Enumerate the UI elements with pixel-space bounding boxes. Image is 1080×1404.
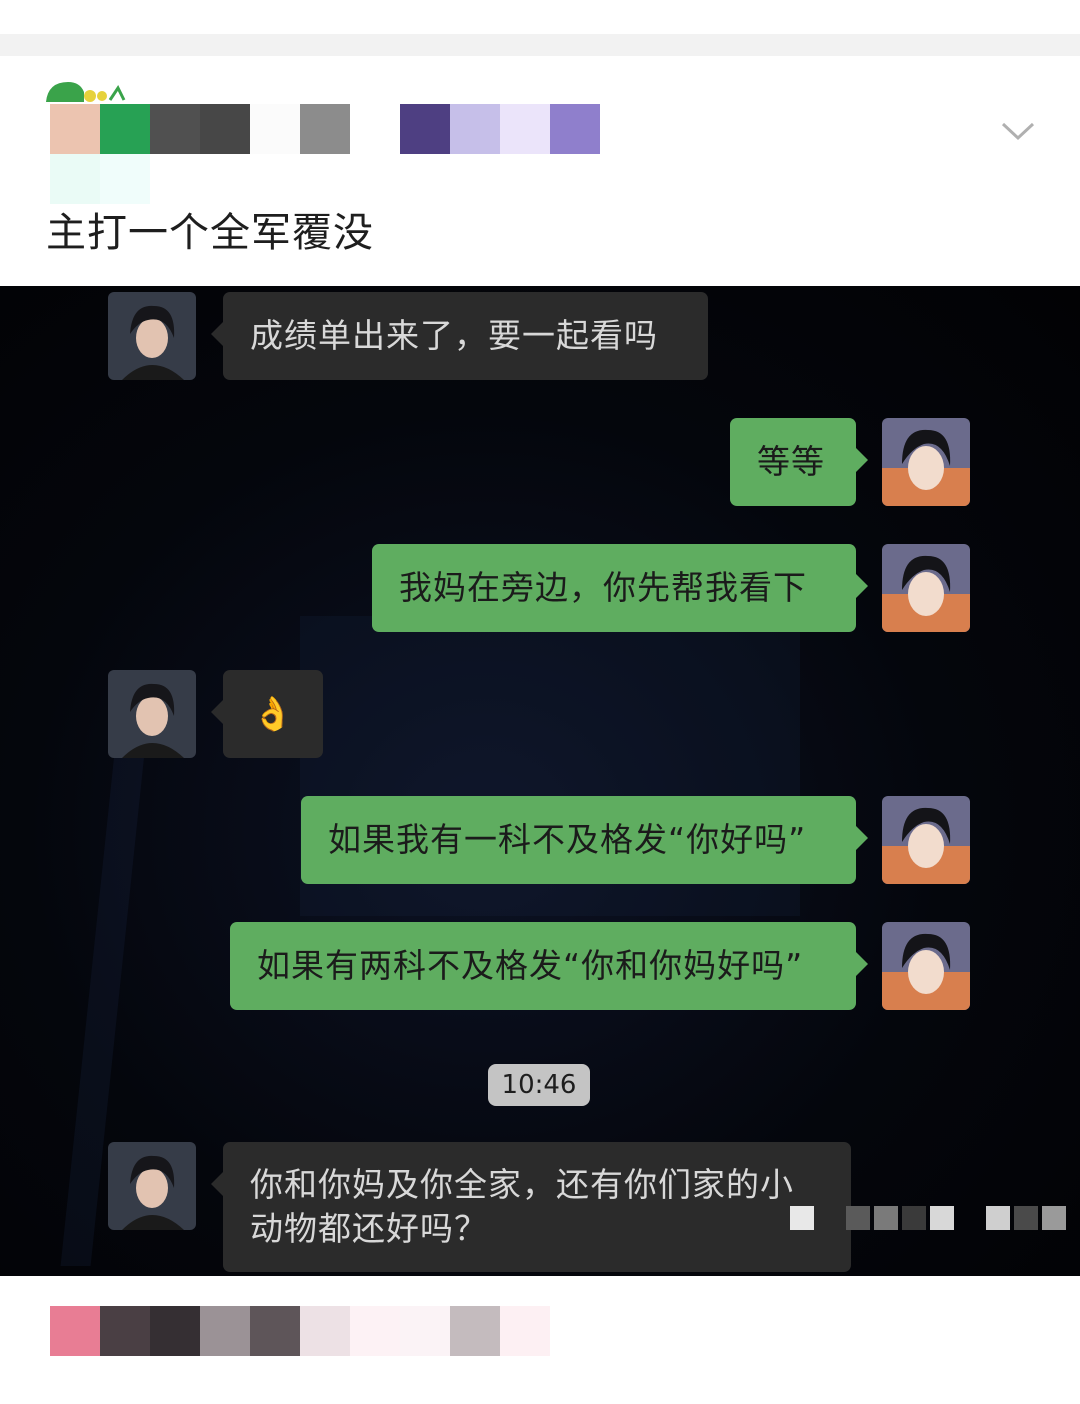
message-timestamp: 10:46 xyxy=(488,1064,590,1106)
message-bubble-sent[interactable]: 如果有两科不及格发“你和你妈好吗” xyxy=(230,922,868,1010)
message-bubble-received[interactable]: 👌 xyxy=(211,670,323,758)
contact-avatar xyxy=(108,670,196,758)
post-title: 主打一个全军覆没 xyxy=(46,210,374,256)
username-mosaic-row2 xyxy=(50,154,150,204)
top-strip xyxy=(0,0,1080,34)
chat-screenshot: 成绩单出来了，要一起看吗 等等 我妈在旁边，你先帮我看下 👌 如果我有一科不及格… xyxy=(0,286,1080,1276)
post-header: 主打一个全军覆没 xyxy=(0,56,1080,286)
chevron-down-icon[interactable] xyxy=(998,118,1038,144)
message-bubble-received[interactable]: 你和你妈及你全家，还有你们家的小动物都还好吗？ xyxy=(211,1142,851,1272)
user-avatar xyxy=(882,544,970,632)
message-bubble-received[interactable]: 成绩单出来了，要一起看吗 xyxy=(211,292,708,380)
user-avatar xyxy=(882,418,970,506)
section-divider xyxy=(0,34,1080,56)
user-avatar xyxy=(882,796,970,884)
message-bubble-sent[interactable]: 等等 xyxy=(730,418,868,506)
user-avatar xyxy=(882,922,970,1010)
footer-mosaic[interactable] xyxy=(50,1306,550,1356)
post-footer xyxy=(0,1276,1080,1404)
caterpillar-badge-icon xyxy=(46,82,126,102)
contact-avatar xyxy=(108,292,196,380)
username-mosaic[interactable] xyxy=(50,104,600,154)
watermark xyxy=(790,1206,1066,1230)
message-bubble-sent[interactable]: 如果我有一科不及格发“你好吗” xyxy=(301,796,868,884)
ok-hand-emoji: 👌 xyxy=(251,694,295,733)
message-bubble-sent[interactable]: 我妈在旁边，你先帮我看下 xyxy=(372,544,868,632)
contact-avatar xyxy=(108,1142,196,1230)
